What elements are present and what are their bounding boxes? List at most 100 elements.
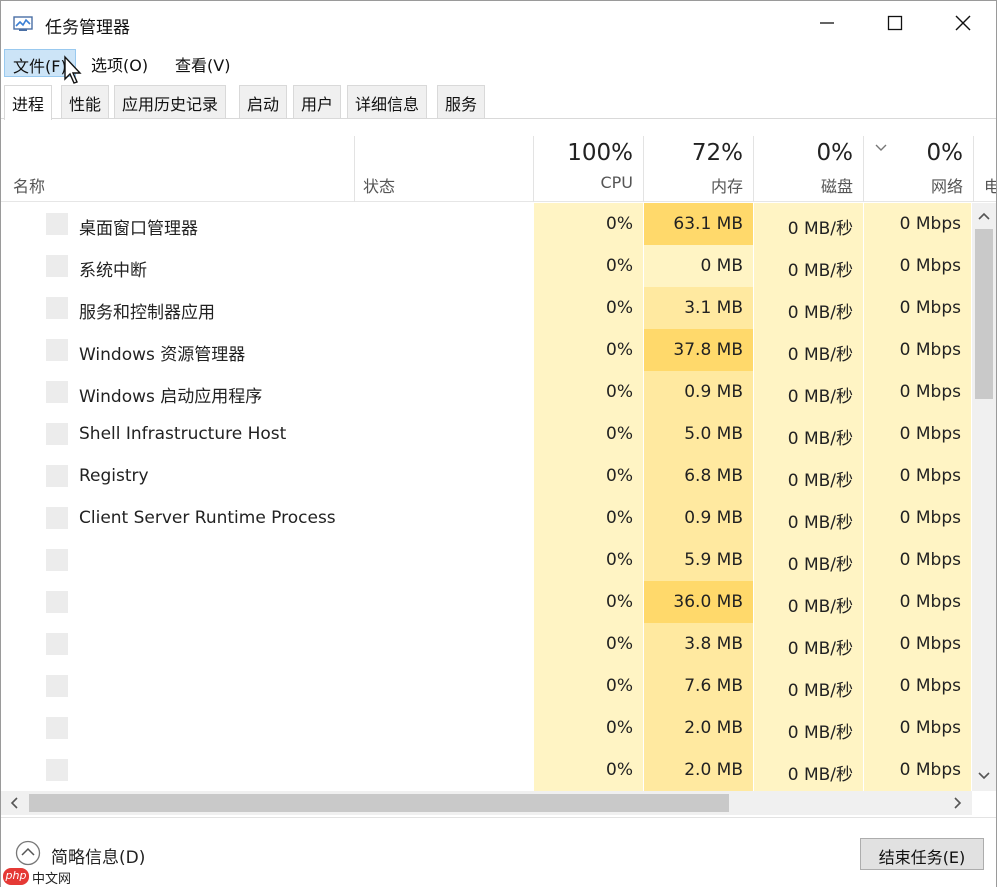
column-header-power[interactable]: 电 <box>984 173 996 197</box>
horizontal-scroll-thumb[interactable] <box>29 794 729 812</box>
tab-startup[interactable]: 启动 <box>239 85 288 118</box>
cpu-total-percent[interactable]: 100% <box>534 140 633 166</box>
table-row[interactable]: Registry 0% 6.8 MB 0 MB/秒 0 Mbps <box>1 455 971 497</box>
table-row[interactable]: 0% 3.8 MB 0 MB/秒 0 Mbps <box>1 623 971 665</box>
table-row[interactable]: 0% 5.9 MB 0 MB/秒 0 Mbps <box>1 539 971 581</box>
scroll-down-arrow-icon[interactable] <box>978 771 990 781</box>
table-row[interactable]: 0% 2.0 MB 0 MB/秒 0 Mbps <box>1 707 971 749</box>
memory-value: 36.0 MB <box>644 581 753 623</box>
tab-app-history[interactable]: 应用历史记录 <box>114 85 227 118</box>
scroll-left-arrow-icon[interactable] <box>9 797 19 809</box>
process-name: Windows 启动应用程序 <box>79 387 263 407</box>
table-row[interactable]: 桌面窗口管理器 0% 63.1 MB 0 MB/秒 0 Mbps <box>1 203 971 245</box>
network-value: 0 Mbps <box>864 203 971 245</box>
process-name: Shell Infrastructure Host <box>79 424 287 444</box>
table-row[interactable]: 0% 36.0 MB 0 MB/秒 0 Mbps <box>1 581 971 623</box>
maximize-button[interactable] <box>861 1 929 45</box>
network-value: 0 Mbps <box>864 749 971 791</box>
cpu-value: 0% <box>534 749 643 791</box>
table-row[interactable]: Client Server Runtime Process 0% 0.9 MB … <box>1 497 971 539</box>
table-row[interactable]: 0% 2.0 MB 0 MB/秒 0 Mbps <box>1 749 971 791</box>
memory-value: 5.0 MB <box>644 413 753 455</box>
memory-value: 0.9 MB <box>644 371 753 413</box>
disk-value: 0 MB/秒 <box>754 287 863 329</box>
vertical-scroll-thumb[interactable] <box>975 229 993 399</box>
process-name: 服务和控制器应用 <box>79 303 215 323</box>
disk-total-percent[interactable]: 0% <box>754 140 854 166</box>
memory-value: 63.1 MB <box>644 203 753 245</box>
cpu-value: 0% <box>534 245 643 287</box>
fewer-details-button[interactable]: 简略信息(D) <box>51 843 145 868</box>
menu-options[interactable]: 选项(O) <box>83 49 156 77</box>
table-row[interactable]: 0% 7.6 MB 0 MB/秒 0 Mbps <box>1 665 971 707</box>
column-header-status[interactable]: 状态 <box>363 173 395 197</box>
network-value: 0 Mbps <box>864 665 971 707</box>
column-header-name[interactable]: 名称 <box>13 173 45 197</box>
process-icon <box>46 381 68 403</box>
process-icon <box>46 633 68 655</box>
cpu-value: 0% <box>534 203 643 245</box>
memory-value: 7.6 MB <box>644 665 753 707</box>
memory-value: 3.1 MB <box>644 287 753 329</box>
column-header-row: 名称 状态 100% CPU 72% 内存 0% 磁盘 0% 网络 电 <box>1 136 996 202</box>
column-header-memory[interactable]: 内存 <box>644 173 743 197</box>
network-value: 0 Mbps <box>864 581 971 623</box>
process-icon <box>46 465 68 487</box>
minimize-button[interactable] <box>793 1 861 45</box>
column-separator[interactable] <box>973 136 974 202</box>
cpu-value: 0% <box>534 413 643 455</box>
memory-value: 0.9 MB <box>644 497 753 539</box>
table-row[interactable]: Shell Infrastructure Host 0% 5.0 MB 0 MB… <box>1 413 971 455</box>
close-button[interactable] <box>929 1 997 45</box>
disk-value: 0 MB/秒 <box>754 623 863 665</box>
menu-bar: 文件(F) 选项(O) 查看(V) <box>1 45 996 84</box>
column-header-network[interactable]: 网络 <box>864 173 963 197</box>
process-name: Client Server Runtime Process <box>79 508 336 528</box>
network-value: 0 Mbps <box>864 539 971 581</box>
scroll-right-arrow-icon[interactable] <box>953 797 963 809</box>
chevron-up-circle-icon[interactable] <box>15 840 41 866</box>
process-icon <box>46 717 68 739</box>
memory-total-percent[interactable]: 72% <box>644 140 743 166</box>
tab-performance[interactable]: 性能 <box>61 85 110 118</box>
end-task-button[interactable]: 结束任务(E) <box>860 838 984 870</box>
network-value: 0 Mbps <box>864 707 971 749</box>
cpu-value: 0% <box>534 623 643 665</box>
tab-details[interactable]: 详细信息 <box>347 85 428 118</box>
network-value: 0 Mbps <box>864 371 971 413</box>
cpu-value: 0% <box>534 539 643 581</box>
task-manager-window: 任务管理器 文件(F) 选项(O) 查看(V) 进程 性能 应用历史记录 启动 … <box>0 0 997 887</box>
table-row[interactable]: Windows 资源管理器 0% 37.8 MB 0 MB/秒 0 Mbps <box>1 329 971 371</box>
disk-value: 0 MB/秒 <box>754 245 863 287</box>
disk-value: 0 MB/秒 <box>754 581 863 623</box>
scroll-up-arrow-icon[interactable] <box>978 211 990 221</box>
table-row[interactable]: 系统中断 0% 0 MB 0 MB/秒 0 Mbps <box>1 245 971 287</box>
menu-view[interactable]: 查看(V) <box>167 49 238 77</box>
network-value: 0 Mbps <box>864 497 971 539</box>
memory-value: 5.9 MB <box>644 539 753 581</box>
disk-value: 0 MB/秒 <box>754 539 863 581</box>
php-logo-icon: php <box>3 868 29 885</box>
column-header-disk[interactable]: 磁盘 <box>754 173 853 197</box>
table-row[interactable]: 服务和控制器应用 0% 3.1 MB 0 MB/秒 0 Mbps <box>1 287 971 329</box>
cpu-value: 0% <box>534 497 643 539</box>
cpu-value: 0% <box>534 665 643 707</box>
process-icon <box>46 675 68 697</box>
tab-users[interactable]: 用户 <box>293 85 342 118</box>
column-header-cpu[interactable]: CPU <box>534 173 633 192</box>
process-icon <box>46 507 68 529</box>
disk-value: 0 MB/秒 <box>754 455 863 497</box>
table-row[interactable]: Windows 启动应用程序 0% 0.9 MB 0 MB/秒 0 Mbps <box>1 371 971 413</box>
sort-chevron-down-icon <box>875 144 887 151</box>
disk-value: 0 MB/秒 <box>754 371 863 413</box>
tab-processes[interactable]: 进程 <box>4 85 53 120</box>
footer-bar: 简略信息(D) 结束任务(E) <box>1 817 996 887</box>
column-separator[interactable] <box>354 136 355 202</box>
network-value: 0 Mbps <box>864 455 971 497</box>
tab-services[interactable]: 服务 <box>437 85 486 118</box>
horizontal-scrollbar[interactable] <box>1 791 972 815</box>
process-icon <box>46 591 68 613</box>
process-list: 桌面窗口管理器 0% 63.1 MB 0 MB/秒 0 Mbps 系统中断 0%… <box>1 203 971 791</box>
memory-value: 3.8 MB <box>644 623 753 665</box>
vertical-scrollbar[interactable] <box>972 203 996 791</box>
